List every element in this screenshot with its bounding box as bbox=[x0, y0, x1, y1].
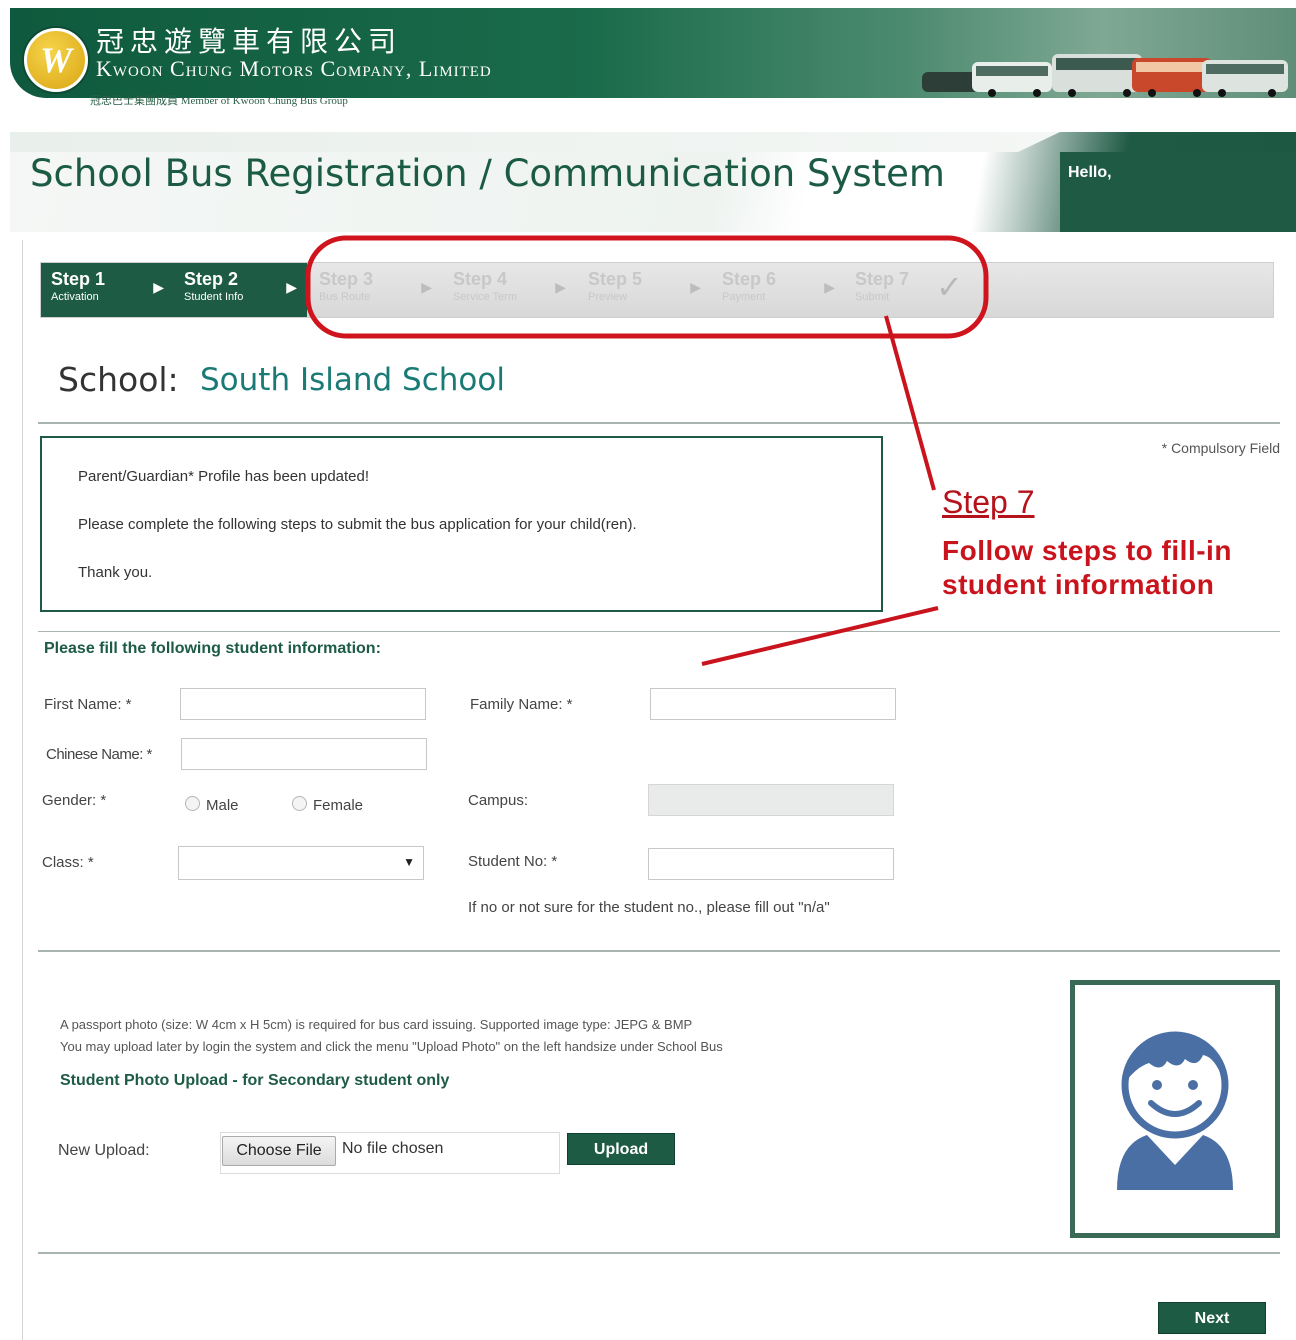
class-select[interactable]: ▼ bbox=[178, 846, 424, 880]
campus-input bbox=[648, 784, 894, 816]
student-photo-placeholder bbox=[1070, 980, 1280, 1238]
choose-file-button[interactable]: Choose File bbox=[222, 1136, 336, 1166]
upload-button[interactable]: Upload bbox=[567, 1133, 675, 1165]
divider bbox=[38, 631, 1280, 632]
family-name-input[interactable] bbox=[650, 688, 896, 720]
campus-label: Campus: bbox=[468, 792, 529, 809]
gender-female-label: Female bbox=[313, 797, 364, 814]
greeting-text: Hello, bbox=[1068, 164, 1112, 181]
step-arrow-icon: ▶ bbox=[286, 279, 297, 295]
divider bbox=[38, 422, 1280, 424]
no-file-chosen-text: No file chosen bbox=[342, 1140, 444, 1157]
step-arrow-icon: ▶ bbox=[690, 279, 701, 295]
school-name: South Island School bbox=[200, 362, 505, 398]
step-arrow-icon: ▶ bbox=[153, 279, 164, 295]
chinese-name-label: Chinese Name: * bbox=[46, 746, 152, 763]
message-line: Please complete the following steps to s… bbox=[78, 516, 637, 533]
message-line: Parent/Guardian* Profile has been update… bbox=[78, 468, 370, 485]
title-bar-shade bbox=[10, 132, 1060, 152]
message-line: Thank you. bbox=[78, 564, 153, 581]
student-no-label: Student No: * bbox=[468, 853, 558, 870]
step-arrow-icon: ▶ bbox=[824, 279, 835, 295]
school-label: School: bbox=[58, 360, 179, 399]
student-no-input[interactable] bbox=[648, 848, 894, 880]
student-info-heading: Please fill the following student inform… bbox=[44, 640, 381, 657]
gender-female-radio[interactable] bbox=[292, 796, 307, 811]
step-3: Step 3 Bus Route ▶ bbox=[309, 263, 442, 317]
gender-label: Gender: * bbox=[42, 792, 107, 809]
chinese-name-input[interactable] bbox=[181, 738, 427, 770]
step-4: Step 4 Service Term ▶ bbox=[443, 263, 576, 317]
avatar-icon bbox=[1117, 1031, 1233, 1190]
step-6: Step 6 Payment ▶ bbox=[712, 263, 845, 317]
first-name-input[interactable] bbox=[180, 688, 426, 720]
checkmark-icon: ✓ bbox=[936, 269, 963, 305]
student-no-hint: If no or not sure for the student no., p… bbox=[468, 899, 830, 916]
dropdown-arrow-icon: ▼ bbox=[403, 855, 415, 869]
group-member-line: 冠忠巴士集團成員 Member of Kwoon Chung Bus Group bbox=[90, 95, 348, 107]
step-1[interactable]: Step 1 Activation ▶ bbox=[41, 263, 174, 317]
photo-requirement-note: A passport photo (size: W 4cm x H 5cm) i… bbox=[60, 1014, 723, 1058]
steps-progress-bar: Step 1 Activation ▶ Step 2 Student Info … bbox=[40, 262, 1274, 318]
photo-note-line: A passport photo (size: W 4cm x H 5cm) i… bbox=[60, 1017, 693, 1032]
divider bbox=[38, 950, 1280, 952]
compulsory-field-note: * Compulsory Field bbox=[1161, 440, 1280, 456]
photo-note-line: You may upload later by login the system… bbox=[60, 1039, 723, 1054]
page-title: School Bus Registration / Communication … bbox=[30, 152, 945, 195]
gender-male-radio[interactable] bbox=[185, 796, 200, 811]
new-upload-label: New Upload: bbox=[58, 1142, 150, 1159]
step-5: Step 5 Preview ▶ bbox=[578, 263, 711, 317]
profile-updated-message: Parent/Guardian* Profile has been update… bbox=[40, 436, 883, 612]
company-name-english: Kwoon Chung Motors Company, Limited bbox=[96, 56, 492, 81]
header-banner: W 冠忠遊覽車有限公司 Kwoon Chung Motors Company, … bbox=[10, 8, 1296, 98]
step-2[interactable]: Step 2 Student Info ▶ bbox=[174, 263, 307, 317]
bus-fleet-illustration bbox=[922, 54, 1288, 97]
annotation-instruction: Follow steps to fill-in student informat… bbox=[942, 535, 1232, 600]
company-logo: W bbox=[24, 28, 88, 92]
class-label: Class: * bbox=[42, 854, 94, 871]
family-name-label: Family Name: * bbox=[470, 696, 573, 713]
gender-male-label: Male bbox=[206, 797, 239, 814]
step-arrow-icon: ▶ bbox=[555, 279, 566, 295]
annotation-step-title: Step 7 bbox=[942, 484, 1035, 520]
photo-upload-title: Student Photo Upload - for Secondary stu… bbox=[60, 1072, 450, 1089]
divider bbox=[38, 1252, 1280, 1254]
next-button[interactable]: Next bbox=[1158, 1302, 1266, 1334]
first-name-label: First Name: * bbox=[44, 696, 132, 713]
step-arrow-icon: ▶ bbox=[421, 279, 432, 295]
company-name-chinese: 冠忠遊覽車有限公司 bbox=[96, 25, 403, 58]
